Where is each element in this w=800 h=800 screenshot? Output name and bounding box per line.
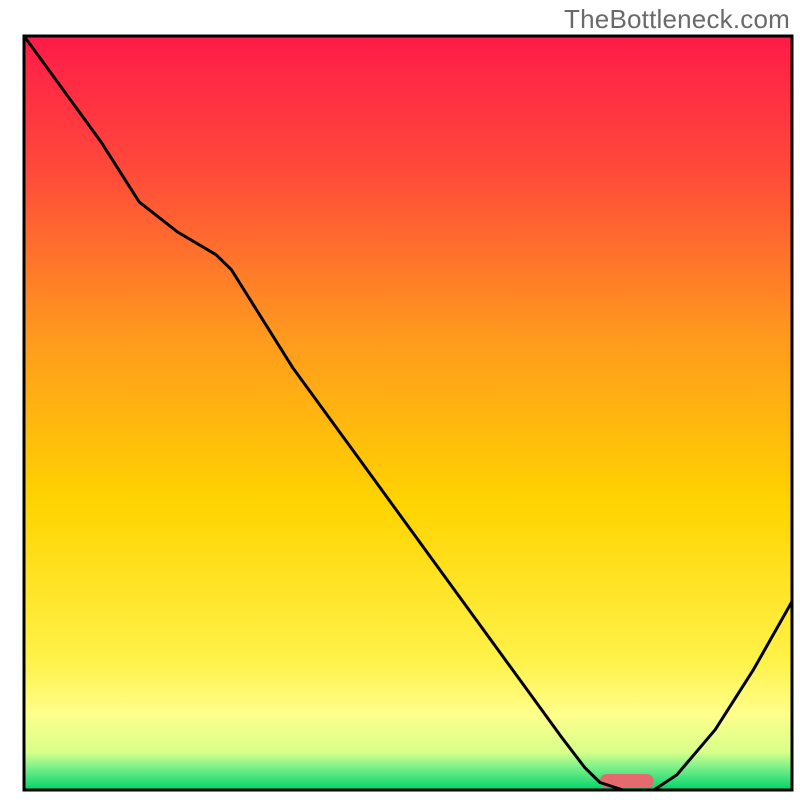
gradient-background bbox=[24, 36, 792, 790]
chart-stage: TheBottleneck.com bbox=[0, 0, 800, 800]
bottleneck-chart bbox=[0, 0, 800, 800]
watermark-text: TheBottleneck.com bbox=[564, 4, 790, 35]
